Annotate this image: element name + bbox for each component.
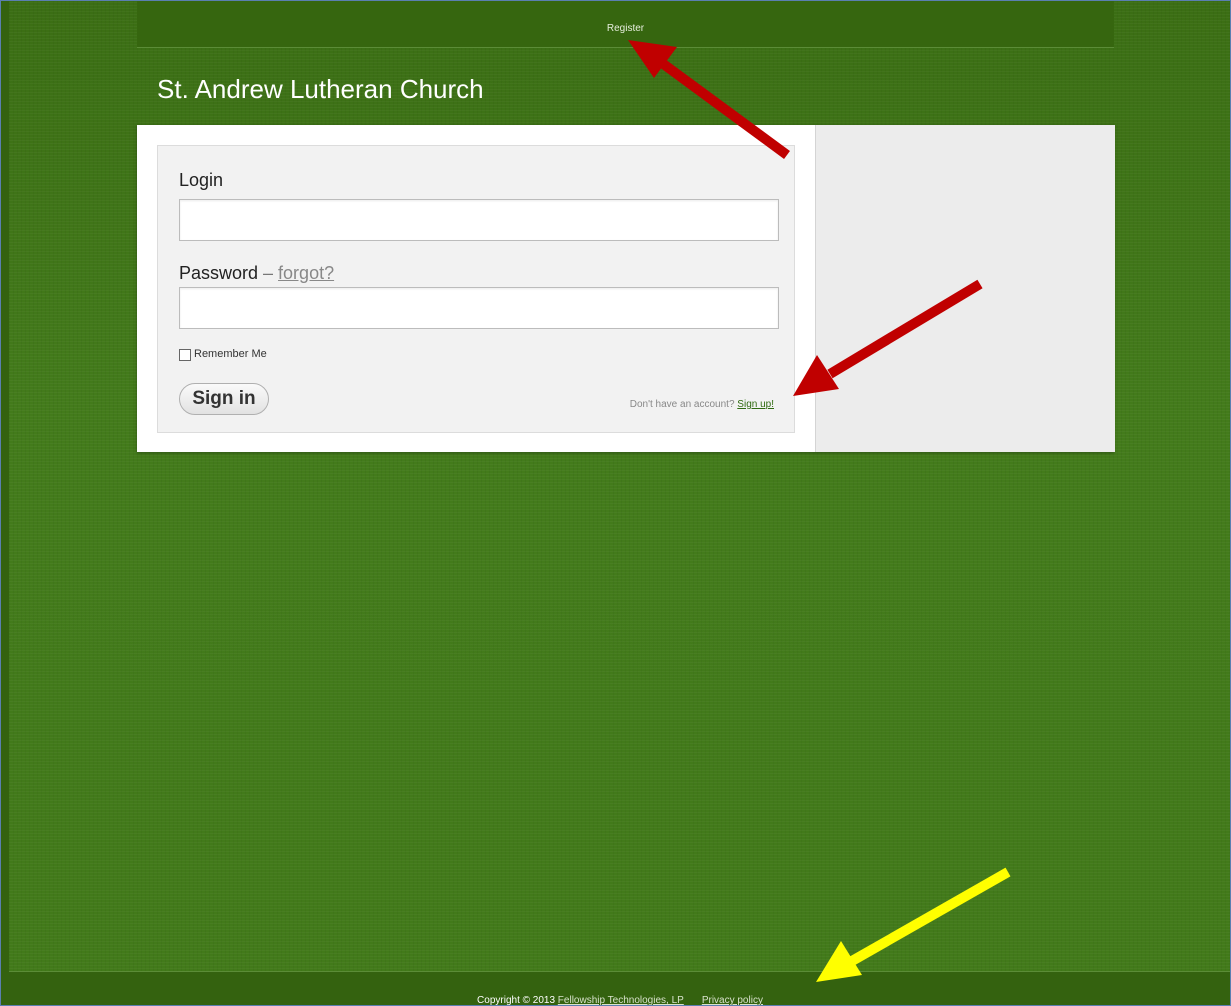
footer: Copyright © 2013 Fellowship Technologies…	[9, 971, 1230, 1006]
login-form: Login Password – forgot? Remember Me Sig…	[157, 145, 795, 433]
remember-me-label: Remember Me	[194, 348, 267, 360]
remember-me-checkbox[interactable]	[179, 349, 191, 361]
no-account-text: Don't have an account?	[629, 399, 738, 410]
top-bar: Register	[137, 1, 1114, 48]
page-frame: Register St. Andrew Lutheran Church Logi…	[0, 0, 1231, 1006]
login-label: Login	[179, 170, 224, 190]
left-edge-strip	[1, 1, 9, 1005]
signup-prompt: Don't have an account? Sign up!	[630, 399, 774, 410]
password-label-row: Password – forgot?	[179, 263, 334, 284]
side-panel	[815, 125, 1115, 452]
copyright-text: Copyright © 2013	[477, 995, 558, 1006]
site-title: St. Andrew Lutheran Church	[157, 74, 484, 104]
privacy-policy-link[interactable]: Privacy policy	[702, 995, 763, 1005]
password-input[interactable]	[179, 287, 779, 329]
forgot-password-link[interactable]: forgot?	[278, 263, 334, 283]
sign-in-button[interactable]: Sign in	[179, 383, 269, 415]
password-label: Password	[179, 263, 259, 283]
login-input[interactable]	[179, 199, 779, 241]
register-link[interactable]: Register	[137, 23, 1114, 34]
company-link[interactable]: Fellowship Technologies, LP	[558, 995, 684, 1005]
password-separator: –	[258, 263, 279, 283]
sign-up-link[interactable]: Sign up!	[737, 399, 774, 410]
login-panel: Login Password – forgot? Remember Me Sig…	[137, 125, 1115, 452]
footer-content: Copyright © 2013 Fellowship Technologies…	[9, 995, 1230, 1006]
